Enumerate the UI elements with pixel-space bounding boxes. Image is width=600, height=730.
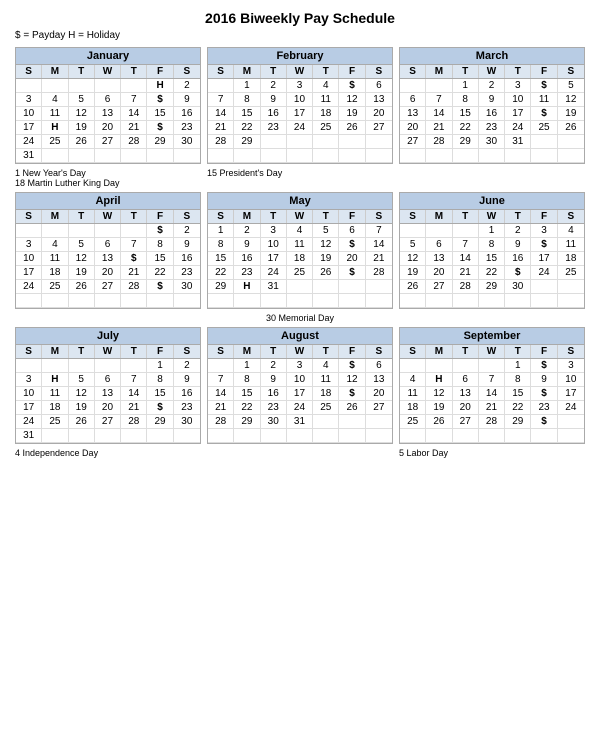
august-grid: 1234$6 78910111213 1415161718$20 2122232…: [208, 359, 392, 443]
may-header: May: [208, 193, 392, 210]
april-header: April: [16, 193, 200, 210]
calendar-august: August SMTWTFS 1234$6 78910111213 141516…: [207, 327, 393, 444]
july-grid: 12 3H56789 10111213141516 1718192021$23 …: [16, 359, 200, 443]
notes-row-2: 30 Memorial Day: [15, 313, 585, 323]
january-header: January: [16, 48, 200, 65]
calendar-april: April SMTWTFS $2 3456789 10111213$1516 1…: [15, 192, 201, 309]
march-header: March: [400, 48, 584, 65]
march-notes: [399, 168, 585, 188]
july-header: July: [16, 328, 200, 345]
february-days-header: SMTWTFS: [208, 65, 392, 79]
june-grid: 1234 56789$11 12131415161718 19202122$24…: [400, 224, 584, 308]
legend: $ = Payday H = Holiday: [15, 30, 585, 41]
calendar-may: May SMTWTFS 1234567 89101112$14 15161718…: [207, 192, 393, 309]
august-notes: [207, 448, 393, 458]
notes-row-1: 1 New Year's Day 18 Martin Luther King D…: [15, 168, 585, 188]
september-grid: 1$3 4H678910 1112131415$17 1819202122232…: [400, 359, 584, 443]
calendar-row-2: April SMTWTFS $2 3456789 10111213$1516 1…: [15, 192, 585, 309]
may-grid: 1234567 89101112$14 15161718192021 22232…: [208, 224, 392, 308]
calendar-july: July SMTWTFS 12 3H56789 10111213141516 1…: [15, 327, 201, 444]
march-grid: 123$5 6789101112 1314151617$19 202122232…: [400, 79, 584, 163]
september-header: September: [400, 328, 584, 345]
july-notes: 4 Independence Day: [15, 448, 201, 458]
calendar-row-1: January SMTWTFS H2 34567$9 1011121314151…: [15, 47, 585, 164]
calendar-row-3: July SMTWTFS 12 3H56789 10111213141516 1…: [15, 327, 585, 444]
march-days-header: SMTWTFS: [400, 65, 584, 79]
february-notes: 15 President's Day: [207, 168, 393, 188]
january-days-header: SMTWTFS: [16, 65, 200, 79]
calendar-september: September SMTWTFS 1$3 4H678910 111213141…: [399, 327, 585, 444]
calendar-january: January SMTWTFS H2 34567$9 1011121314151…: [15, 47, 201, 164]
notes-row-3: 4 Independence Day 5 Labor Day: [15, 448, 585, 458]
calendar-february: February SMTWTFS 1234$6 78910111213 1415…: [207, 47, 393, 164]
april-grid: $2 3456789 10111213$1516 17181920212223 …: [16, 224, 200, 308]
february-header: February: [208, 48, 392, 65]
january-notes: 1 New Year's Day 18 Martin Luther King D…: [15, 168, 201, 188]
january-grid: H2 34567$9 10111213141516 17H192021$23 2…: [16, 79, 200, 163]
february-grid: 1234$6 78910111213 14151617181920 212223…: [208, 79, 392, 163]
september-notes: 5 Labor Day: [399, 448, 585, 458]
calendar-june: June SMTWTFS 1234 56789$11 1213141516171…: [399, 192, 585, 309]
page-title: 2016 Biweekly Pay Schedule: [15, 10, 585, 26]
august-header: August: [208, 328, 392, 345]
calendar-march: March SMTWTFS 123$5 6789101112 131415161…: [399, 47, 585, 164]
june-header: June: [400, 193, 584, 210]
